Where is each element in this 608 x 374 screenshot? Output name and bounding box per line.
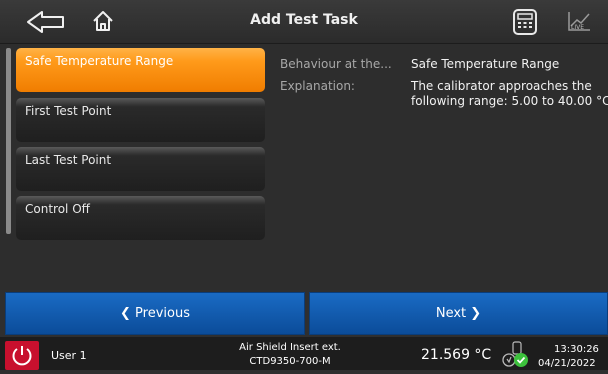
list-scrollbar[interactable] [6,48,11,234]
power-button[interactable] [5,341,39,370]
sensor-status-icon[interactable] [501,340,529,369]
clock-date: 04/21/2022 [538,358,596,369]
clock-time: 13:30:26 [554,344,599,355]
power-icon [12,346,32,366]
explanation-label: Explanation: [280,79,355,93]
calculator-icon[interactable] [513,9,537,35]
list-item-safe-temperature-range[interactable]: Safe Temperature Range [16,48,265,92]
live-chart-icon[interactable]: LIVE [566,10,592,34]
list-item-label: First Test Point [25,104,112,118]
list-item-control-off[interactable]: Control Off [16,196,265,240]
list-item-label: Safe Temperature Range [25,54,174,68]
behaviour-value: Safe Temperature Range [411,57,560,71]
explanation-line-1: The calibrator approaches the [411,79,592,93]
device-model: CTD9350-700-M [249,356,331,367]
device-name: Air Shield Insert ext. [239,342,341,353]
list-item-first-test-point[interactable]: First Test Point [16,98,265,142]
temperature-readout: 21.569 °C [421,347,492,363]
explanation-line-2: following range: 5.00 to 40.00 °C [411,94,608,108]
user-label: User 1 [51,349,87,362]
behaviour-label: Behaviour at the... [280,57,392,71]
list-item-label: Control Off [25,202,90,216]
live-label: LIVE [571,24,584,31]
list-item-label: Last Test Point [25,153,112,167]
next-button[interactable]: Next ❯ [309,292,608,335]
list-item-last-test-point[interactable]: Last Test Point [16,147,265,191]
previous-button[interactable]: ❮ Previous [5,292,305,335]
title-bar: Add Test Task LIVE [0,0,608,44]
